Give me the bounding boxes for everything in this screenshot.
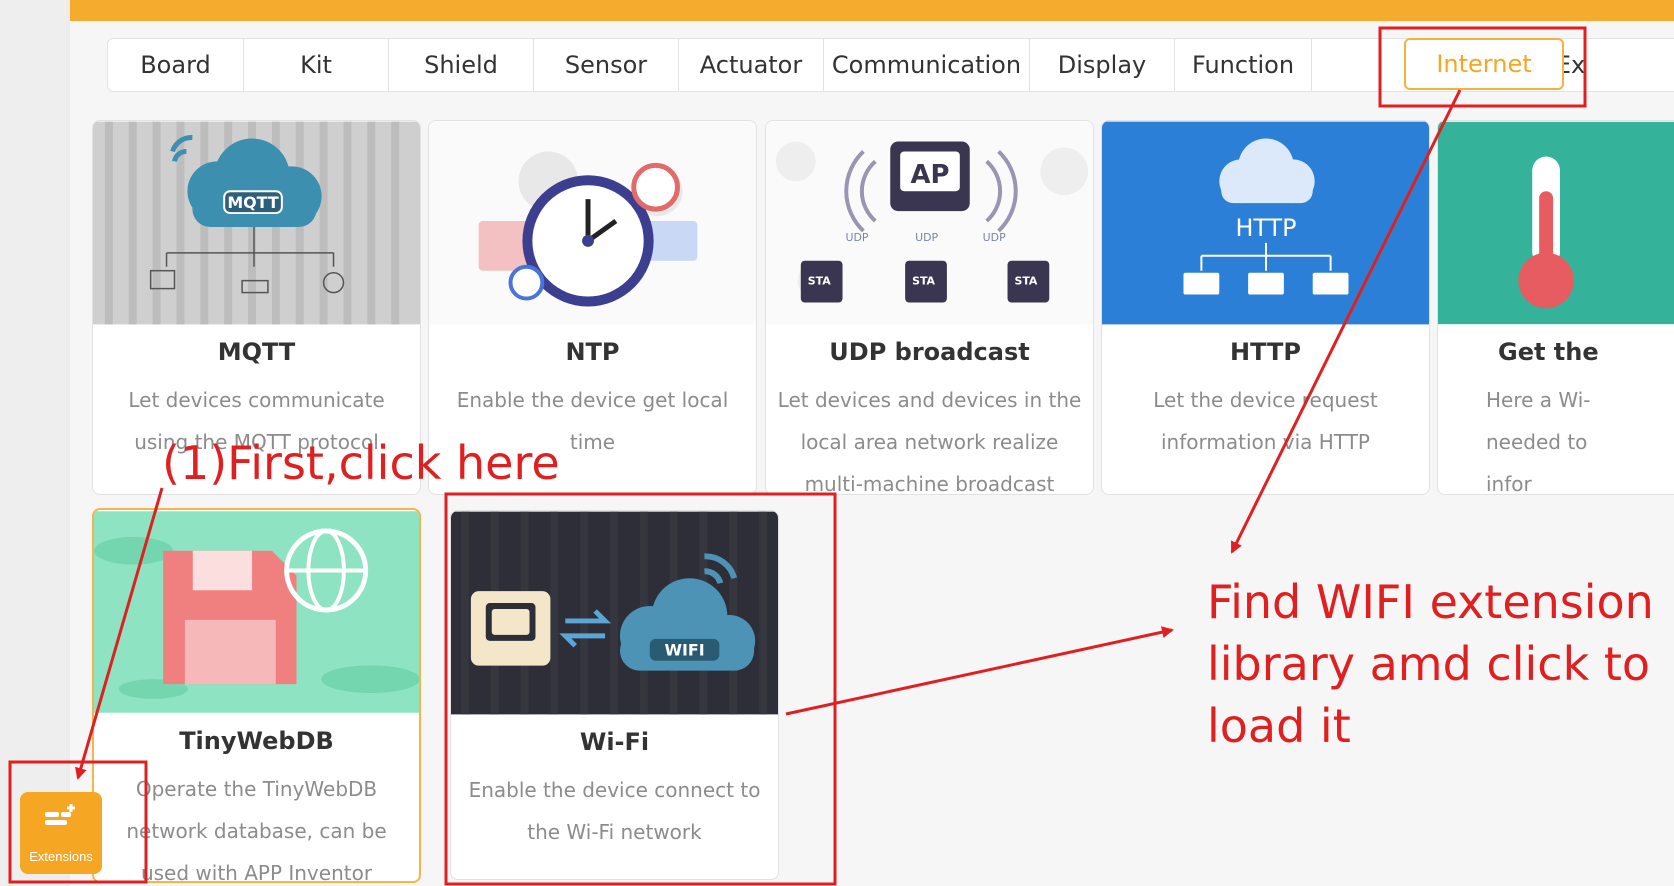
card-http[interactable]: HTTP HTTP Let the device request informa… (1101, 120, 1430, 495)
thermometer-illustration (1438, 121, 1674, 325)
udp-illustration: AP UDP UDP UDP STA STA STA (766, 121, 1093, 325)
tab-internet[interactable]: Internet (1404, 38, 1564, 90)
tab-actuator[interactable]: Actuator (679, 39, 824, 91)
card-get-the[interactable]: Get the Here a Wi- needed to infor (1437, 120, 1674, 495)
svg-text:MQTT: MQTT (227, 193, 279, 212)
card-tinywebdb[interactable]: TinyWebDB Operate the TinyWebDB network … (92, 508, 421, 883)
card-wifi[interactable]: WIFI Wi-Fi Enable the device connect to … (450, 510, 779, 880)
top-bar (70, 0, 1674, 21)
tab-communication[interactable]: Communication (824, 39, 1030, 91)
extensions-icon (45, 804, 75, 825)
svg-text:UDP: UDP (983, 231, 1006, 244)
card-udp-broadcast[interactable]: AP UDP UDP UDP STA STA STA UDP broadcast… (765, 120, 1094, 495)
annotation-find-wifi: Find WIFI extension library amd click to… (1207, 575, 1654, 753)
tab-display[interactable]: Display (1030, 39, 1175, 91)
svg-text:WIFI: WIFI (664, 641, 704, 660)
svg-text:STA: STA (808, 275, 831, 288)
annotation-first-click: (1)First,click here (162, 436, 560, 490)
tab-sensor[interactable]: Sensor (534, 39, 679, 91)
svg-text:STA: STA (1014, 275, 1037, 288)
tab-board[interactable]: Board (108, 39, 244, 91)
svg-text:STA: STA (912, 275, 935, 288)
wifi-illustration: WIFI (451, 511, 778, 715)
svg-text:HTTP: HTTP (1235, 214, 1296, 242)
mqtt-illustration: MQTT (93, 121, 420, 325)
tab-kit[interactable]: Kit (244, 39, 389, 91)
extensions-button[interactable]: Extensions (20, 792, 102, 874)
left-rail (0, 0, 66, 886)
svg-text:AP: AP (911, 160, 950, 190)
tab-function[interactable]: Function (1175, 39, 1312, 91)
svg-text:UDP: UDP (915, 231, 938, 244)
svg-text:UDP: UDP (846, 231, 869, 244)
tab-shield[interactable]: Shield (389, 39, 534, 91)
http-illustration: HTTP (1102, 121, 1429, 325)
clock-illustration (429, 121, 756, 325)
tinywebdb-illustration (94, 511, 419, 713)
